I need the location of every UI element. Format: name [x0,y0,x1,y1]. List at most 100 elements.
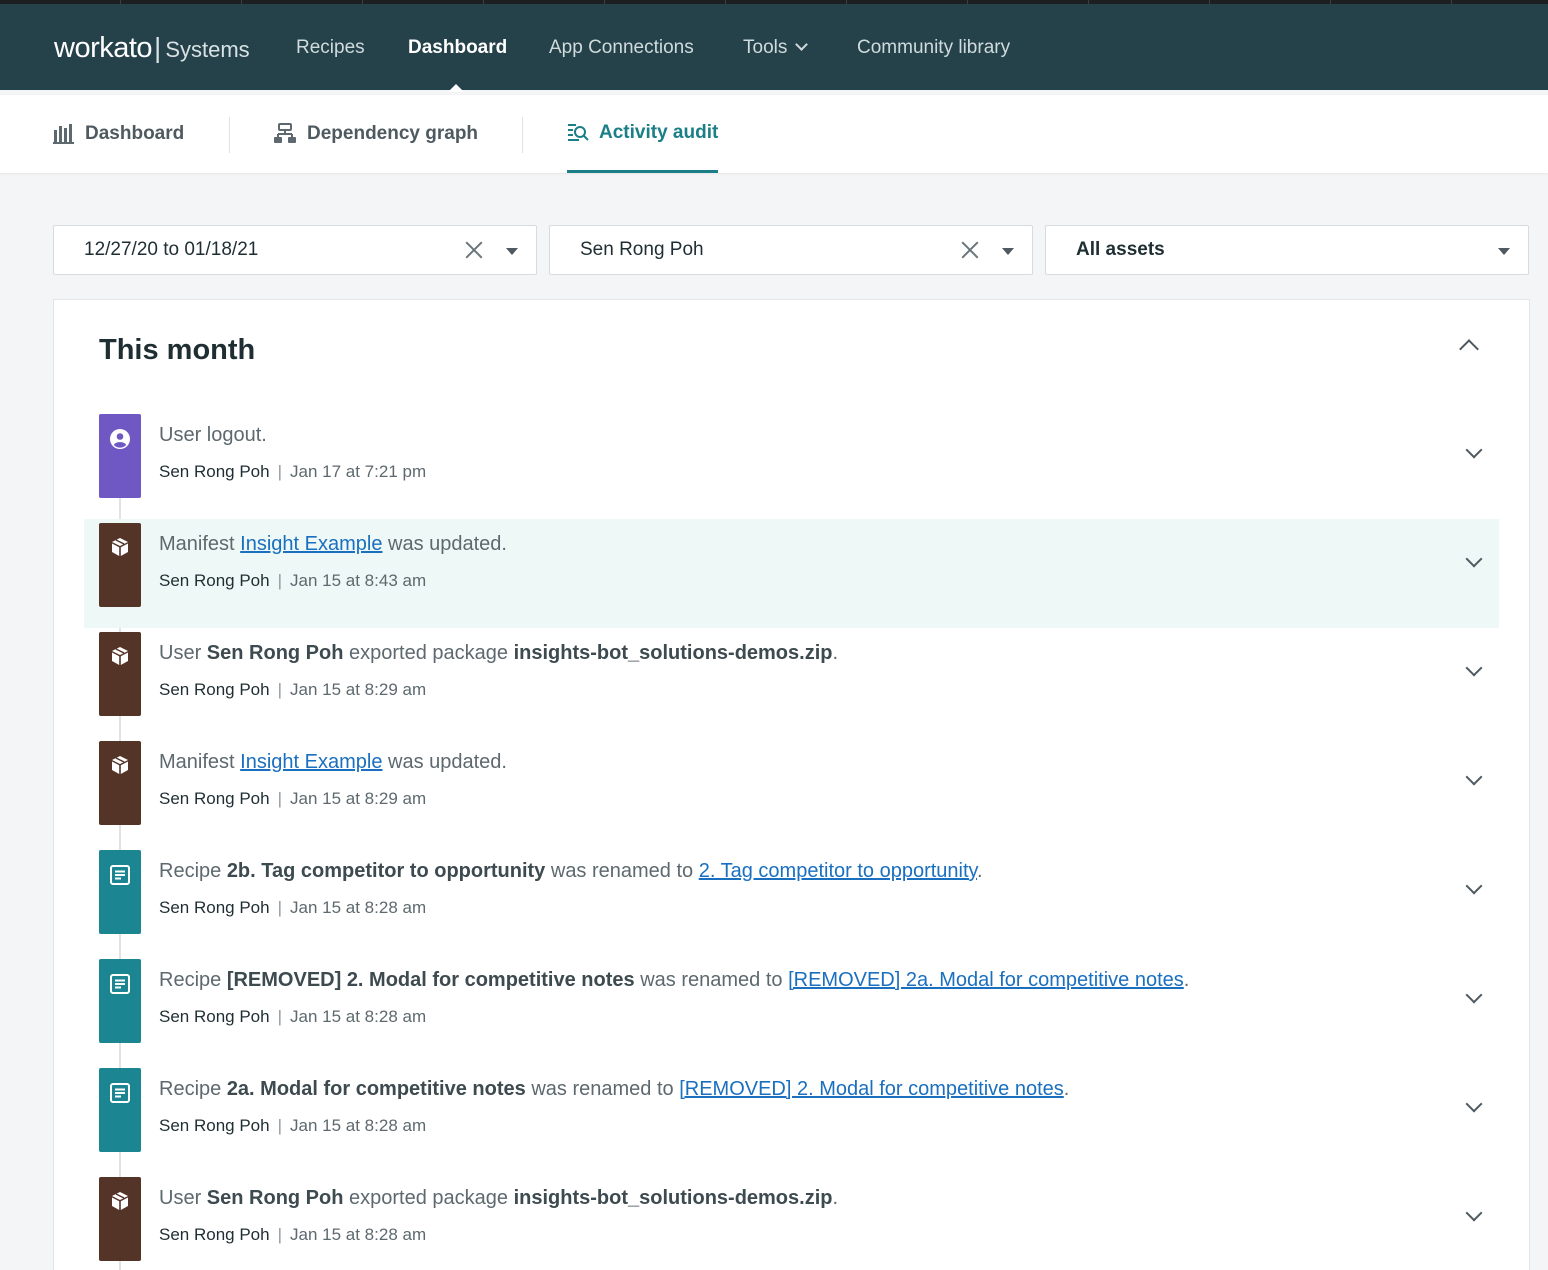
nav-recipes[interactable]: Recipes [296,37,365,59]
asset-link[interactable]: Insight Example [240,751,382,773]
activity-meta: Sen Rong Poh | Jan 15 at 8:29 am [159,789,426,809]
chevron-down-icon[interactable] [1465,550,1483,568]
asset-link[interactable]: 2. Tag competitor to opportunity [699,860,977,882]
nav-app-connections[interactable]: App Connections [549,37,694,59]
message-text: Recipe [159,1078,227,1100]
close-icon[interactable] [465,241,483,259]
user-icon [99,414,141,498]
message-emphasis: Sen Rong Poh [206,1187,344,1209]
message-text: was updated. [382,533,507,555]
message-text: . [832,642,839,664]
nav-tools[interactable]: Tools [743,37,809,59]
activity-meta: Sen Rong Poh | Jan 15 at 8:28 am [159,1007,426,1027]
tab-divider [522,117,523,153]
activity-entry[interactable]: Recipe [REMOVED] 2. Modal for competitiv… [84,955,1499,1064]
user-filter[interactable]: Sen Rong Poh [549,225,1033,275]
meta-separator: | [277,571,283,590]
message-text: Manifest [159,751,241,773]
message-emphasis: 2a. Modal for competitive notes [226,1078,526,1100]
activity-timestamp: Jan 17 at 7:21 pm [290,462,427,481]
chevron-down-icon[interactable] [1465,986,1483,1004]
activity-entry[interactable]: Manifest Insight Example was updated. Sen… [84,737,1499,846]
activity-meta: Sen Rong Poh | Jan 17 at 7:21 pm [159,462,426,482]
top-border [0,0,1548,4]
activity-timestamp: Jan 15 at 8:28 am [290,1225,427,1244]
brand-name: workato [54,32,153,64]
activity-timestamp: Jan 15 at 8:28 am [290,1116,427,1135]
activity-timestamp: Jan 15 at 8:28 am [290,898,427,917]
activity-meta: Sen Rong Poh | Jan 15 at 8:29 am [159,680,426,700]
activity-timestamp: Jan 15 at 8:43 am [290,571,427,590]
chevron-down-icon[interactable] [1465,1204,1483,1222]
tab-dashboard-label: Dashboard [85,123,185,144]
activity-entry[interactable]: Manifest Insight Example was updated. Sen… [84,519,1499,628]
tab-activity-audit[interactable]: Activity audit [567,95,719,173]
message-emphasis: insights-bot_solutions-demos.zip [513,642,833,664]
tab-activity-audit-label: Activity audit [599,121,719,143]
chevron-down-icon[interactable] [1465,1095,1483,1113]
brand-separator: | [154,32,162,63]
activity-timestamp: Jan 15 at 8:29 am [290,680,427,699]
activity-entry[interactable]: User Sen Rong Poh exported package insig… [84,1173,1499,1270]
tab-divider [229,117,230,153]
package-icon [99,632,141,716]
close-icon[interactable] [961,241,979,259]
activity-entry[interactable]: User Sen Rong Poh exported package insig… [84,628,1499,737]
chevron-up-icon[interactable] [1459,339,1479,359]
nav-community-library[interactable]: Community library [857,37,1010,59]
activity-entry[interactable]: Recipe 2b. Tag competitor to opportunity… [84,846,1499,955]
message-emphasis: insights-bot_solutions-demos.zip [513,1187,833,1209]
chevron-down-icon[interactable] [1465,877,1483,895]
asset-link[interactable]: Insight Example [240,533,382,555]
top-navigation: workato | Systems Recipes Dashboard App … [0,0,1548,92]
recipe-icon [99,959,141,1043]
workato-logo[interactable]: workato | Systems [54,32,250,65]
message-text: Manifest [159,533,241,555]
activity-user: Sen Rong Poh [159,462,270,481]
nav-dashboard[interactable]: Dashboard [408,37,507,59]
caret-down-icon[interactable] [1498,248,1510,255]
message-emphasis: 2b. Tag competitor to opportunity [226,860,546,882]
package-icon [99,741,141,825]
activity-user: Sen Rong Poh [159,1116,270,1135]
activity-message: Manifest Insight Example was updated. [159,751,507,774]
message-text: User [159,642,207,664]
activity-user: Sen Rong Poh [159,1007,270,1026]
message-text: . [1183,969,1190,991]
activity-meta: Sen Rong Poh | Jan 15 at 8:43 am [159,571,426,591]
caret-down-icon[interactable] [1002,248,1014,255]
asset-link[interactable]: [REMOVED] 2a. Modal for competitive note… [788,969,1184,991]
meta-separator: | [277,1225,283,1244]
caret-down-icon[interactable] [506,248,518,255]
chevron-down-icon[interactable] [1465,768,1483,786]
activity-meta: Sen Rong Poh | Jan 15 at 8:28 am [159,1116,426,1136]
message-emphasis: [REMOVED] 2. Modal for competitive notes [226,969,635,991]
activity-timestamp: Jan 15 at 8:29 am [290,789,427,808]
message-text: exported package [343,642,514,664]
activity-entry[interactable]: User logout. Sen Rong Poh | Jan 17 at 7:21 … [84,410,1499,519]
tab-dashboard[interactable]: Dashboard [53,95,184,173]
tab-dependency-graph[interactable]: Dependency graph [273,95,478,173]
chevron-down-icon[interactable] [1465,441,1483,459]
activity-entry[interactable]: Recipe 2a. Modal for competitive notes w… [84,1064,1499,1173]
activity-user: Sen Rong Poh [159,898,270,917]
activity-message: User Sen Rong Poh exported package insig… [159,642,838,665]
activity-message: Recipe [REMOVED] 2. Modal for competitiv… [159,969,1189,992]
date-range-filter[interactable]: 12/27/20 to 01/18/21 [53,225,537,275]
meta-separator: | [277,462,283,481]
meta-separator: | [277,1007,283,1026]
meta-separator: | [277,789,283,808]
chevron-down-icon [795,38,809,51]
chevron-down-icon[interactable] [1465,659,1483,677]
asset-link[interactable]: [REMOVED] 2. Modal for competitive notes [679,1078,1064,1100]
tab-dependency-graph-label: Dependency graph [307,123,479,144]
message-text: User [159,1187,207,1209]
section-title: This month [99,334,256,366]
activity-timestamp: Jan 15 at 8:28 am [290,1007,427,1026]
activity-message: Recipe 2a. Modal for competitive notes w… [159,1078,1069,1101]
assets-filter[interactable]: All assets [1045,225,1529,275]
message-text: . [832,1187,839,1209]
activity-message: User logout. [159,424,267,447]
meta-separator: | [277,1116,283,1135]
workspace-name: Systems [165,37,250,62]
